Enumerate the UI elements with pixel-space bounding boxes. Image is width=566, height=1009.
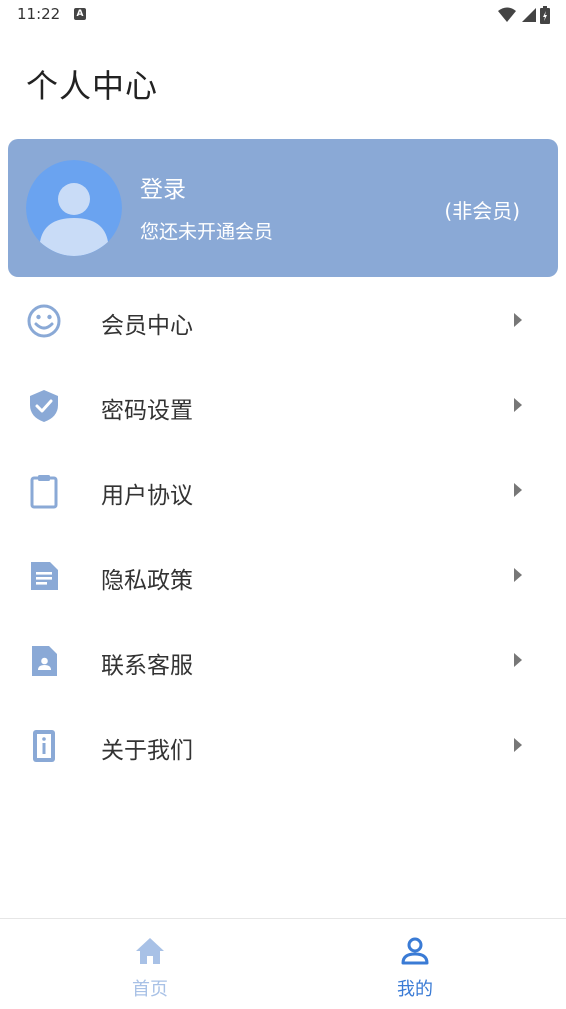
default-avatar-icon [26, 160, 122, 256]
notification-badge-icon: A [74, 8, 86, 20]
tab-mine-label: 我的 [397, 979, 433, 1000]
chevron-right-icon [514, 653, 522, 667]
contact-card-icon [32, 646, 57, 676]
chevron-right-icon [514, 568, 522, 582]
menu-item-member-center[interactable]: 会员中心 [0, 279, 566, 364]
menu-item-label: 会员中心 [101, 313, 193, 339]
member-status-note: 您还未开通会员 [140, 221, 274, 243]
tab-home-label: 首页 [132, 979, 168, 1000]
user-icon [401, 937, 429, 965]
menu-item-label: 隐私政策 [101, 568, 193, 594]
menu-item-label: 用户协议 [101, 483, 193, 509]
clipboard-icon [30, 475, 58, 509]
shield-check-icon [30, 390, 58, 422]
menu-item-label: 密码设置 [101, 398, 193, 424]
member-status-badge: (非会员) [444, 199, 520, 223]
document-icon [31, 562, 58, 590]
status-time: 11:22 [17, 5, 61, 23]
menu-item-label: 关于我们 [101, 738, 193, 764]
profile-card[interactable]: 登录 您还未开通会员 (非会员) [8, 139, 558, 277]
wifi-icon [498, 7, 516, 22]
login-label[interactable]: 登录 [140, 170, 186, 204]
tab-home[interactable]: 首页 [75, 919, 225, 1009]
settings-menu: 会员中心 密码设置 用户协议 隐私政策 联系客服 关于我们 [0, 279, 566, 789]
menu-item-customer-service[interactable]: 联系客服 [0, 619, 566, 704]
home-icon [136, 938, 164, 964]
smiley-icon [27, 304, 61, 338]
menu-item-label: 联系客服 [101, 653, 193, 679]
bottom-navigation: 首页 我的 [0, 918, 566, 1009]
battery-icon [540, 6, 550, 24]
chevron-right-icon [514, 483, 522, 497]
avatar[interactable] [26, 160, 122, 256]
tab-mine[interactable]: 我的 [340, 919, 490, 1009]
menu-item-user-agreement[interactable]: 用户协议 [0, 449, 566, 534]
signal-icon [522, 8, 536, 22]
menu-item-privacy-policy[interactable]: 隐私政策 [0, 534, 566, 619]
menu-item-about-us[interactable]: 关于我们 [0, 704, 566, 789]
chevron-right-icon [514, 398, 522, 412]
status-bar: 11:22 A [0, 0, 566, 30]
info-icon [33, 730, 55, 762]
chevron-right-icon [514, 738, 522, 752]
chevron-right-icon [514, 313, 522, 327]
status-icons [498, 6, 550, 24]
page-title: 个人中心 [26, 67, 159, 105]
menu-item-password-settings[interactable]: 密码设置 [0, 364, 566, 449]
